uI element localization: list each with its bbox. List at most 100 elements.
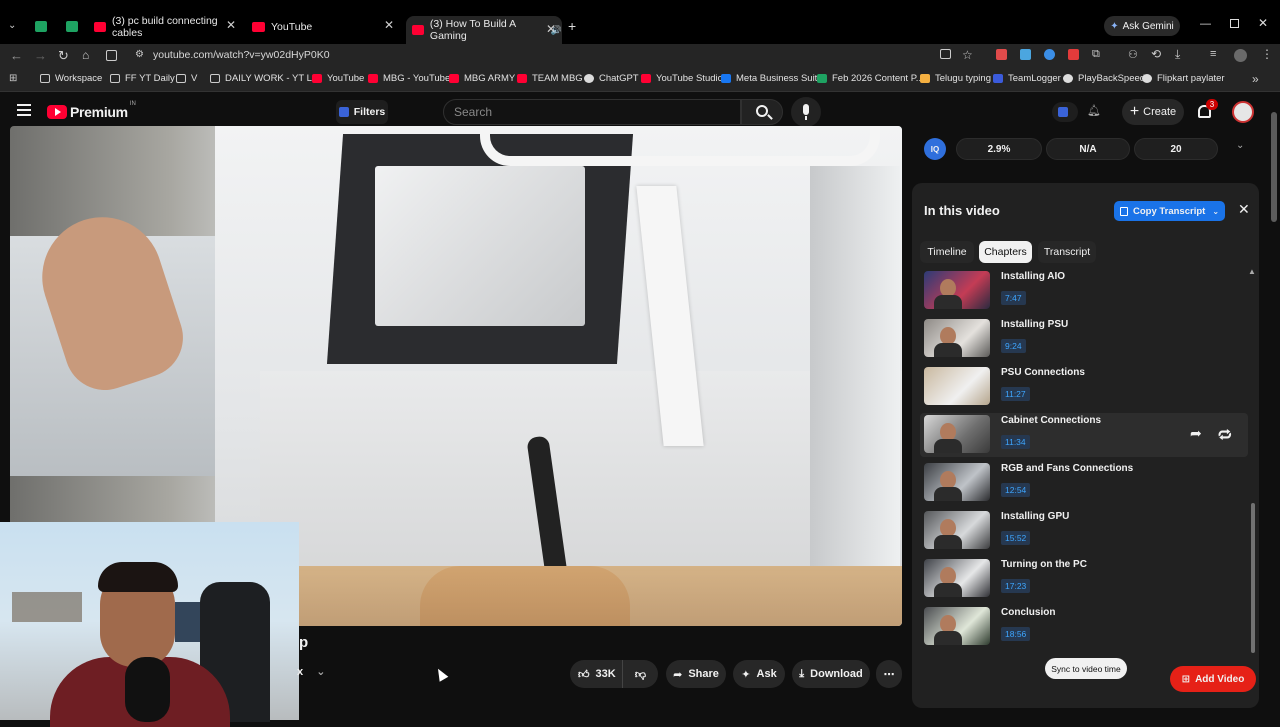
download-icon[interactable]: ⤓ — [1175, 47, 1180, 62]
share-button[interactable]: ➦ Share — [666, 660, 726, 688]
chapter-item[interactable]: Conclusion 18:56 — [920, 605, 1248, 647]
voice-search-button[interactable] — [791, 97, 821, 127]
metrics-expand-chevron-icon[interactable]: ⌄ — [1236, 140, 1244, 151]
reading-list-icon[interactable]: ≡ — [1210, 48, 1216, 60]
loop-chapter-icon[interactable]: 🔁︎ — [1218, 424, 1232, 445]
bookmark-flipkart[interactable]: Flipkart paylater — [1142, 73, 1225, 84]
add-video-button[interactable]: ⊞ Add Video — [1170, 666, 1256, 692]
close-tab-icon[interactable]: ✕ — [546, 22, 556, 36]
create-button[interactable]: + Create — [1122, 99, 1184, 125]
ask-button[interactable]: ✦ Ask — [733, 660, 785, 688]
pinned-tab-sheets2-icon[interactable] — [66, 21, 78, 32]
tab-list-chevron-icon[interactable]: ⌄ — [8, 20, 16, 31]
chapter-timestamp[interactable]: 17:23 — [1001, 579, 1031, 593]
search-input[interactable]: Search — [443, 99, 741, 125]
bookmark-chatgpt[interactable]: ChatGPT — [584, 73, 639, 84]
chapter-timestamp[interactable]: 11:34 — [1001, 435, 1030, 449]
chapter-timestamp[interactable]: 11:27 — [1001, 387, 1030, 401]
chapter-scroll-up-icon[interactable]: ▲ — [1248, 267, 1256, 276]
tab-chapters[interactable]: Chapters — [979, 241, 1032, 263]
forward-icon[interactable]: → — [34, 48, 47, 63]
chapter-item-active[interactable]: Cabinet Connections 11:34 ➦ 🔁︎ — [920, 413, 1248, 457]
bookmark-youtube-studio[interactable]: YouTube Studio — [641, 73, 723, 84]
chapter-timestamp[interactable]: 7:47 — [1001, 291, 1026, 305]
iq-metrics-icon[interactable]: IQ — [924, 138, 946, 160]
dislike-button[interactable]: 👎︎ — [622, 660, 658, 688]
notifications-button[interactable]: 3 — [1196, 99, 1218, 123]
back-icon[interactable]: ← — [10, 48, 23, 63]
extension-3-icon[interactable] — [1044, 49, 1055, 60]
extensions-puzzle-icon[interactable]: ⧉ — [1092, 48, 1100, 61]
bookmark-workspace[interactable]: Workspace — [40, 73, 102, 84]
bookmark-mbg-youtube[interactable]: MBG - YouTube — [368, 73, 450, 84]
chapter-timestamp[interactable]: 12:54 — [1001, 483, 1031, 497]
sync-to-video-button[interactable]: Sync to video time — [1045, 658, 1127, 679]
bookmark-mbg-army[interactable]: MBG ARMY — [449, 73, 515, 84]
bookmark-team-mbg[interactable]: TEAM MBG — [517, 73, 583, 84]
restore-window-icon[interactable] — [1230, 19, 1239, 28]
bell-outline-icon[interactable]: 🔔︎ — [1087, 104, 1101, 117]
chapter-item[interactable]: Turning on the PC 17:23 — [920, 557, 1248, 601]
chapter-scrollbar-thumb[interactable] — [1251, 503, 1255, 653]
bookmark-daily-work[interactable]: DAILY WORK - YT L... — [210, 73, 320, 84]
side-panel-icon[interactable] — [106, 50, 117, 61]
close-tab-icon[interactable]: ✕ — [226, 18, 236, 32]
guide-menu-icon[interactable] — [17, 104, 31, 116]
tab-transcript[interactable]: Transcript — [1038, 241, 1096, 263]
bookmark-telugu-typing[interactable]: Telugu typing — [920, 73, 991, 84]
close-panel-icon[interactable]: ✕ — [1238, 201, 1250, 218]
apps-grid-icon[interactable]: ⊞ — [9, 73, 17, 84]
home-icon[interactable]: ⌂ — [82, 48, 89, 62]
incognito-icon[interactable]: ⚇ — [1128, 48, 1138, 61]
history-icon[interactable]: ⟲ — [1151, 47, 1161, 61]
bookmark-teamlogger[interactable]: TeamLogger — [993, 73, 1061, 84]
new-tab-button[interactable]: + — [568, 18, 576, 34]
tab-youtube[interactable]: YouTube ✕ — [252, 15, 398, 39]
extension-4-icon[interactable] — [1068, 49, 1079, 60]
pinned-tab-sheets-icon[interactable] — [35, 21, 47, 32]
account-avatar[interactable] — [1232, 101, 1254, 123]
close-window-icon[interactable]: ✕ — [1258, 16, 1268, 30]
chapter-item[interactable]: PSU Connections 11:27 — [920, 365, 1248, 409]
chapter-timestamp[interactable]: 15:52 — [1001, 531, 1031, 545]
chapter-item[interactable]: Installing PSU 9:24 — [920, 317, 1248, 361]
extension-1-icon[interactable] — [996, 49, 1007, 60]
extension-2-icon[interactable] — [1020, 49, 1031, 60]
site-info-icon[interactable]: ⚙ — [135, 49, 144, 60]
copy-transcript-button[interactable]: Copy Transcript ⌄ — [1114, 201, 1225, 221]
bookmark-meta-business[interactable]: Meta Business Suite — [721, 73, 823, 84]
more-bookmarks-icon[interactable]: » — [1252, 72, 1259, 86]
share-chapter-icon[interactable]: ➦ — [1190, 425, 1202, 442]
cast-icon[interactable] — [940, 49, 951, 59]
tab-pc-build-cables[interactable]: (3) pc build connecting cables ✕ — [94, 15, 240, 39]
ask-gemini-button[interactable]: ✦ Ask Gemini — [1104, 16, 1180, 36]
chevron-down-icon[interactable]: ⌄ — [316, 666, 325, 678]
browser-menu-icon[interactable]: ⋮ — [1261, 47, 1273, 61]
search-button[interactable] — [741, 99, 783, 125]
tab-timeline[interactable]: Timeline — [920, 241, 974, 263]
url-field[interactable]: youtube.com/watch?v=yw02dHyP0K0 — [153, 49, 330, 61]
chapter-item[interactable]: RGB and Fans Connections 12:54 — [920, 461, 1248, 505]
close-tab-icon[interactable]: ✕ — [384, 18, 394, 32]
more-actions-button[interactable]: ⋯ — [876, 660, 902, 688]
filters-button[interactable]: Filters — [336, 100, 388, 124]
youtube-logo[interactable]: Premium IN — [47, 101, 136, 120]
profile-avatar-icon[interactable] — [1234, 49, 1247, 62]
extension-iq-toggle[interactable] — [1052, 102, 1078, 122]
download-button[interactable]: ⤓ Download — [792, 660, 870, 688]
bookmark-playbackspeed[interactable]: PlayBackSpeed — [1063, 73, 1145, 84]
bookmark-ff-yt-daily[interactable]: FF YT Daily — [110, 73, 175, 84]
bookmark-feb-content[interactable]: Feb 2026 Content P... — [817, 73, 924, 84]
reload-icon[interactable]: ↻ — [58, 48, 69, 64]
tab-how-to-build-gaming[interactable]: (3) How To Build A Gaming 🔊 ✕ — [406, 16, 562, 44]
page-scrollbar-thumb[interactable] — [1271, 112, 1277, 222]
bookmark-star-icon[interactable]: ☆ — [962, 48, 973, 62]
bookmark-v[interactable]: V — [176, 73, 197, 84]
chapter-item[interactable]: Installing GPU 15:52 — [920, 509, 1248, 553]
chapter-timestamp[interactable]: 9:24 — [1001, 339, 1026, 353]
minimize-window-icon[interactable]: — — [1200, 18, 1211, 30]
bookmark-youtube[interactable]: YouTube — [312, 73, 364, 84]
like-button[interactable]: 👍︎ 33K — [570, 660, 622, 688]
chapter-item[interactable]: Installing AIO 7:47 — [920, 269, 1248, 313]
chapter-timestamp[interactable]: 18:56 — [1001, 627, 1031, 641]
